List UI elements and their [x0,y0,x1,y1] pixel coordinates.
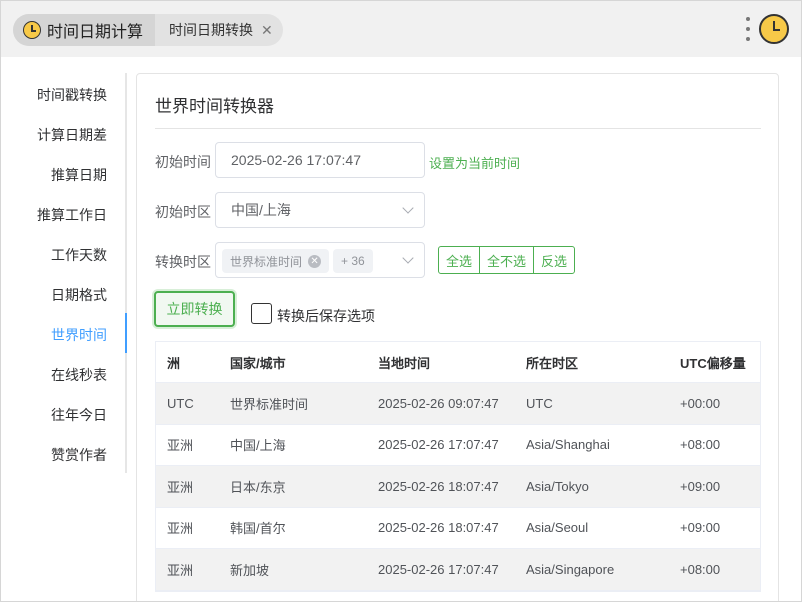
cell-utc-offset: +09:00 [680,520,721,536]
save-option-checkbox[interactable] [251,303,272,324]
sidebar-item-on-this-day[interactable]: 往年今日 [51,405,107,425]
cell-local-time: 2025-02-26 17:07:47 [378,437,499,453]
chevron-down-icon [402,202,414,214]
start-time-label: 初始时间 [155,154,211,170]
card-title: 世界时间转换器 [155,97,274,116]
cell-local-time: 2025-02-26 09:07:47 [378,395,499,411]
cell-continent: UTC [167,395,194,411]
cell-timezone: Asia/Seoul [526,520,589,536]
divider [155,128,761,129]
table-row: UTC 世界标准时间 2025-02-26 09:07:47 UTC +00:0… [156,383,760,425]
cell-utc-offset: +08:00 [680,561,721,577]
sidebar-item-stopwatch[interactable]: 在线秒表 [51,365,107,385]
zone-tag: 世界标准时间 ✕ [222,249,330,273]
sidebar-item-date-format[interactable]: 日期格式 [51,285,107,305]
sidebar-item-date-diff[interactable]: 计算日期差 [37,125,107,145]
cell-continent: 亚洲 [167,521,194,537]
cell-local-time: 2025-02-26 17:07:47 [378,561,499,577]
sidebar-item-world-time[interactable]: 世界时间 [51,325,107,345]
target-zone-select[interactable]: 世界标准时间 ✕ + 36 [215,242,425,278]
clock-icon [23,21,41,39]
circle-x-icon[interactable]: ✕ [308,254,322,268]
col-utc-offset: UTC偏移量 [680,355,746,371]
cell-city: 日本/东京 [230,479,286,495]
cell-timezone: Asia/Shanghai [526,437,610,453]
table-row: 亚洲 日本/东京 2025-02-26 18:07:47 Asia/Tokyo … [156,466,760,508]
sidebar-item-workdays[interactable]: 工作天数 [51,245,107,265]
sidebar-item-infer-workday[interactable]: 推算工作日 [37,205,107,225]
select-invert-button[interactable]: 反选 [534,247,574,273]
zone-more-count: + 36 [341,254,365,268]
table-row: 亚洲 韩国/首尔 2025-02-26 18:07:47 Asia/Seoul … [156,508,760,549]
col-timezone: 所在时区 [526,355,579,371]
cell-continent: 亚洲 [167,562,194,578]
cell-utc-offset: +08:00 [680,437,721,453]
app-logo-clock-icon[interactable] [759,14,789,44]
start-zone-value: 中国/上海 [231,202,291,218]
start-time-value: 2025-02-26 17:07:47 [231,152,361,168]
app-title: 时间日期计算 [47,24,144,41]
table-row: 亚洲 中国/上海 2025-02-26 17:07:47 Asia/Shangh… [156,425,760,466]
select-all-button[interactable]: 全选 [439,247,481,273]
cell-continent: 亚洲 [167,479,194,495]
table-header-row: 洲 国家/城市 当地时间 所在时区 UTC偏移量 [156,342,760,383]
top-bar: 时间日期计算 时间日期转换 ✕ [1,1,801,57]
selection-button-group: 全选 全不选 反选 [438,246,576,274]
sidebar-item-timestamp[interactable]: 时间戳转换 [37,85,107,105]
start-time-input[interactable]: 2025-02-26 17:07:47 [215,142,425,178]
sidebar-item-infer-date[interactable]: 推算日期 [51,165,107,185]
app-window: 时间日期计算 时间日期转换 ✕ 时间戳转换 计算日期差 推算日期 推算工作日 工… [0,0,802,602]
tab-time-conversion[interactable]: 时间日期转换 ✕ [155,14,283,46]
select-none-button[interactable]: 全不选 [480,247,535,273]
zone-tag-label: 世界标准时间 [230,254,303,269]
sidebar-item-donate[interactable]: 赞赏作者 [51,445,107,465]
convert-now-button[interactable]: 立即转换 [154,291,235,327]
table-row: 亚洲 新加坡 2025-02-26 17:07:47 Asia/Singapor… [156,549,760,591]
cell-local-time: 2025-02-26 18:07:47 [378,520,499,536]
world-time-table: 洲 国家/城市 当地时间 所在时区 UTC偏移量 UTC 世界标准时间 2025… [155,341,761,592]
world-time-card: 世界时间转换器 初始时间 2025-02-26 17:07:47 设置为当前时间… [136,73,779,601]
tab-app-home[interactable]: 时间日期计算 [13,14,156,46]
zone-more-tag: + 36 [333,249,373,273]
start-zone-select[interactable]: 中国/上海 [215,192,425,228]
cell-utc-offset: +00:00 [680,395,721,411]
close-icon[interactable]: ✕ [261,22,273,39]
cell-timezone: Asia/Tokyo [526,478,589,494]
cell-utc-offset: +09:00 [680,478,721,494]
tab-strip: 时间日期计算 时间日期转换 ✕ [13,14,283,46]
cell-timezone: Asia/Singapore [526,561,615,577]
cell-city: 新加坡 [230,562,270,578]
sidebar-nav: 时间戳转换 计算日期差 推算日期 推算工作日 工作天数 日期格式 世界时间 在线… [15,73,127,473]
more-vertical-icon[interactable] [745,17,751,41]
cell-timezone: UTC [526,395,553,411]
chevron-down-icon [402,252,414,264]
set-current-time-link[interactable]: 设置为当前时间 [429,153,520,172]
cell-city: 世界标准时间 [230,396,309,412]
col-city: 国家/城市 [230,355,286,371]
cell-continent: 亚洲 [167,438,194,454]
start-zone-label: 初始时区 [155,204,211,220]
col-local-time: 当地时间 [378,355,431,371]
cell-local-time: 2025-02-26 18:07:47 [378,478,499,494]
cell-city: 中国/上海 [230,438,286,454]
tab-label: 时间日期转换 [169,22,254,38]
col-continent: 洲 [167,355,181,371]
cell-city: 韩国/首尔 [230,521,286,537]
sidebar-active-indicator [125,313,127,353]
target-zone-label: 转换时区 [155,254,211,270]
save-option-label: 转换后保存选项 [277,308,375,324]
